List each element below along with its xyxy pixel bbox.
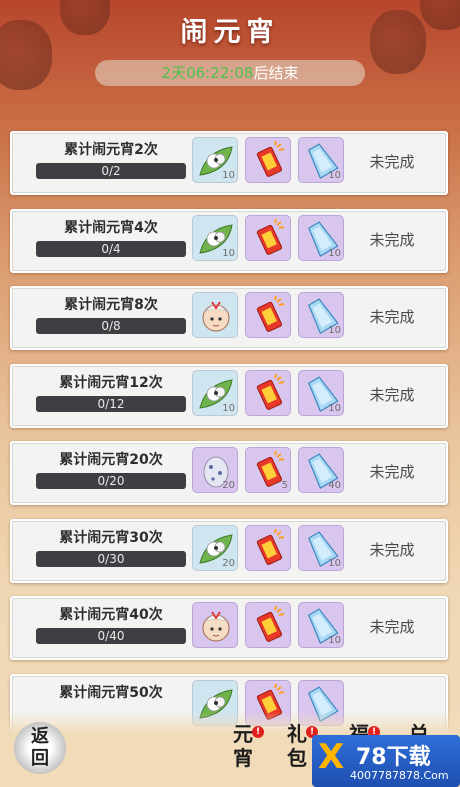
watermark-brand: 78下载 [356,745,431,770]
task-progress-bar: 0/30 [36,550,186,567]
watermark-url: 4007787878.Com [350,769,449,782]
reward-item[interactable]: 10 [192,369,238,416]
reward-quantity: 10 [328,247,341,259]
reward-quantity: 10 [328,635,341,646]
x-logo-icon: X [318,737,345,777]
reward-quantity: 10 [222,402,235,414]
reward-item[interactable]: 5 [245,447,291,493]
task-title: 累计闹元宵8次 [64,297,158,313]
tab-label: 宵 [233,746,253,770]
reward-item[interactable]: 40 [298,447,344,493]
task-progress-bar: 0/4 [36,240,186,257]
task-progress-bar: 0/2 [36,163,186,179]
task-title: 累计闹元宵20次 [59,452,163,468]
task-title: 累计闹元宵30次 [59,529,163,546]
task-row: 累计闹元宵4次 0/4 10 10 未完成 [10,208,448,273]
task-row: 累计闹元宵12次 0/12 10 10 未完成 [10,363,448,428]
header: 闹元宵 2天06:22:08后结束 [0,0,460,118]
reward-item[interactable] [245,369,291,416]
reward-quantity: 10 [222,170,235,181]
task-status: 未完成 [369,153,415,171]
task-progress-bar: 0/8 [36,318,186,334]
reward-item[interactable]: 10 [192,214,238,261]
reward-quantity: 5 [281,480,288,491]
page-title: 闹元宵 [180,17,280,48]
reward-item[interactable]: 10 [298,369,344,416]
task-row: 累计闹元宵2次 0/2 10 10 未完成 [10,131,448,195]
reward-item[interactable] [245,214,291,261]
reward-item[interactable]: 10 [298,137,344,183]
reward-item[interactable]: 10 [298,602,344,648]
countdown-suffix: 后结束 [253,64,299,82]
task-title: 累计闹元宵50次 [59,684,163,701]
task-status: 未完成 [369,385,415,404]
reward-item[interactable] [245,137,291,183]
reward-item[interactable] [192,292,238,338]
task-progress-bar: 0/12 [36,395,186,412]
task-row: 累计闹元宵20次 0/20 20 5 40 未完成 [10,441,448,505]
reward-item[interactable] [245,602,291,648]
task-status: 未完成 [369,230,415,249]
reward-quantity: 10 [328,170,341,181]
reward-item[interactable]: 10 [192,137,238,183]
reward-quantity: 40 [328,480,341,491]
task-progress-bar: 0/20 [36,473,186,489]
back-label-1: 返 [31,726,49,747]
task-title: 累计闹元宵2次 [64,142,158,158]
reward-item[interactable] [245,524,291,571]
notification-badge: ! [252,726,264,738]
countdown-bar: 2天06:22:08后结束 [95,60,365,86]
task-status: 未完成 [369,618,415,636]
task-row: 累计闹元宵30次 0/30 20 10 未完成 [10,518,448,583]
reward-quantity: 10 [328,402,341,414]
back-button[interactable]: 返 回 [14,722,66,774]
reward-quantity: 20 [222,480,235,491]
reward-quantity: 10 [222,247,235,259]
task-title: 累计闹元宵4次 [64,219,158,236]
reward-quantity: 20 [222,557,235,569]
task-status: 未完成 [369,540,415,559]
reward-quantity: 10 [328,557,341,569]
reward-quantity: 10 [328,325,341,336]
back-label-2: 回 [31,748,49,769]
reward-item[interactable]: 10 [298,292,344,338]
reward-item[interactable]: 20 [192,447,238,493]
task-progress-bar: 0/40 [36,628,186,644]
watermark-logo: X 78下载 4007787878.Com [312,735,460,787]
reward-item[interactable]: 10 [298,214,344,261]
reward-item[interactable]: 20 [192,524,238,571]
reward-item[interactable] [245,292,291,338]
task-status: 未完成 [369,308,415,326]
task-status: 未完成 [369,463,415,481]
task-title: 累计闹元宵12次 [59,374,163,391]
task-title: 累计闹元宵40次 [59,607,163,623]
reward-item[interactable] [192,602,238,648]
task-row: 累计闹元宵40次 0/40 10 未完成 [10,596,448,660]
tab-lantern-festival[interactable]: 元 宵 ! [216,722,270,778]
reward-item[interactable]: 10 [298,524,344,571]
countdown-time: 2天06:22:08 [161,64,254,82]
task-row: 累计闹元宵8次 0/8 10 未完成 [10,286,448,350]
